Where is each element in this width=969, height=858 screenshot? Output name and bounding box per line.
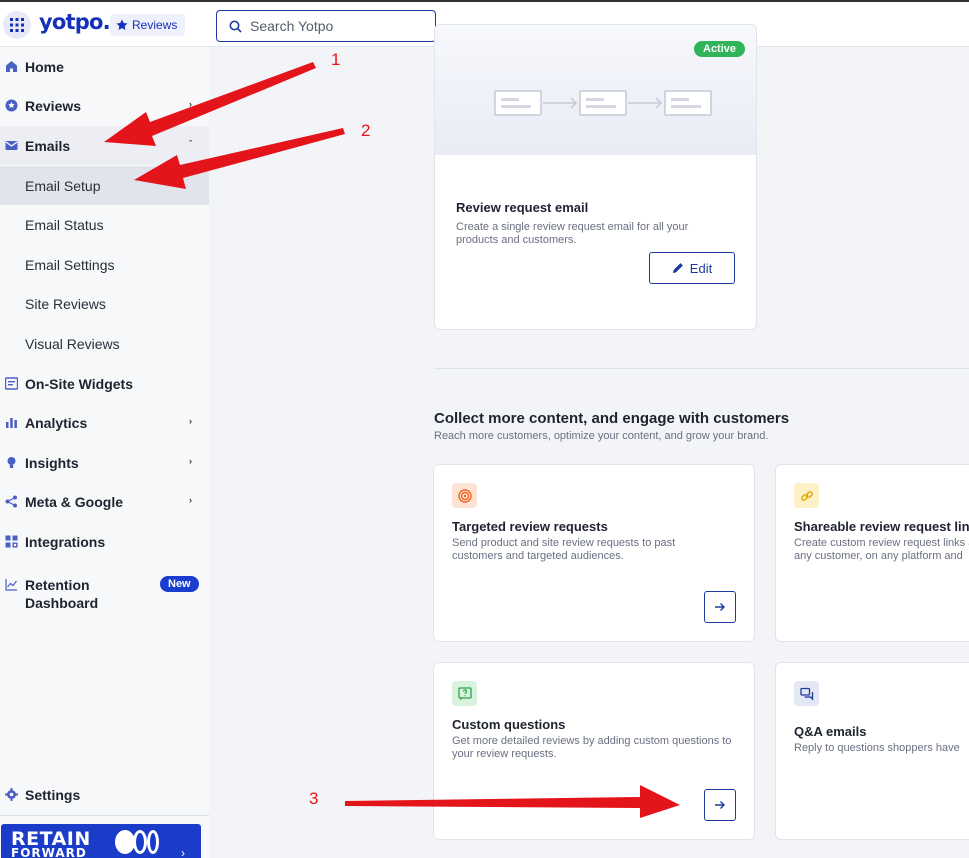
arrow-right-icon	[715, 603, 725, 611]
sidebar-item-label: Reviews	[25, 97, 82, 114]
banner-logo-ring-icon	[147, 830, 159, 854]
chevron-right-icon: ›	[189, 416, 192, 426]
lightbulb-icon	[4, 456, 18, 470]
bar-chart-icon	[4, 416, 18, 430]
share-icon	[4, 495, 18, 509]
feature-description: Reply to questions shoppers have	[794, 742, 960, 754]
chevron-right-icon: ›	[189, 99, 192, 109]
app-switcher-grid-icon[interactable]	[3, 11, 31, 39]
sidebar-subitem-email-status[interactable]: Email Status	[0, 205, 209, 244]
apps-icon	[4, 535, 18, 549]
feature-card-qa-emails[interactable]: Q&A emails Reply to questions shoppers h…	[775, 662, 969, 840]
chevron-right-icon: ›	[189, 456, 192, 466]
yotpo-logo[interactable]: yotpo.	[39, 10, 111, 34]
retain-forward-banner[interactable]: RETAIN FORWARD ›	[1, 824, 201, 858]
sidebar-item-reviews[interactable]: Reviews ›	[0, 86, 209, 125]
sidebar-divider	[0, 815, 209, 816]
sidebar-item-insights[interactable]: Insights ›	[0, 443, 209, 482]
product-badge-label: Reviews	[132, 18, 178, 32]
section-title: Collect more content, and engage with cu…	[434, 410, 790, 427]
feature-title: Targeted review requests	[452, 519, 608, 534]
feature-title: Q&A emails	[794, 724, 867, 739]
sidebar-item-label: Integrations	[25, 533, 106, 550]
open-custom-questions-button[interactable]	[704, 789, 736, 821]
sidebar-item-label: Emails	[25, 137, 71, 154]
section-divider	[434, 368, 969, 369]
edit-button[interactable]: Edit	[649, 252, 735, 284]
feature-card-custom-questions[interactable]: Custom questions Get more detailed revie…	[433, 662, 755, 840]
star-icon	[4, 99, 18, 113]
banner-subtitle: FORWARD	[11, 846, 87, 858]
product-badge[interactable]: Reviews	[110, 14, 186, 36]
chevron-right-icon: ›	[181, 846, 185, 858]
status-badge: Active	[694, 41, 746, 57]
annotation-label-1: 1	[331, 50, 341, 69]
sidebar-item-label: Meta & Google	[25, 493, 124, 510]
sidebar-subitem-visual-reviews[interactable]: Visual Reviews	[0, 324, 209, 363]
search-input[interactable]	[250, 18, 420, 34]
widget-icon	[4, 377, 18, 391]
trend-icon	[4, 577, 18, 591]
sidebar-item-label: Home	[25, 58, 64, 75]
annotation-label-3: 3	[309, 789, 319, 808]
new-badge: New	[160, 576, 199, 592]
sidebar-item-label: On-Site Widgets	[25, 375, 133, 392]
section-subtitle: Reach more customers, optimize your cont…	[434, 430, 769, 442]
sidebar-item-label: Insights	[25, 454, 79, 471]
arrow-right-icon	[715, 801, 725, 809]
star-icon	[116, 19, 128, 30]
sidebar-item-integrations[interactable]: Integrations	[0, 522, 209, 561]
sidebar-item-emails[interactable]: Emails ˆ	[0, 126, 209, 165]
feature-card-shareable-links[interactable]: Shareable review request links Create cu…	[775, 464, 969, 642]
feature-description: Send product and site review requests to…	[452, 537, 676, 562]
question-icon	[452, 681, 477, 706]
search-box[interactable]	[216, 10, 436, 42]
annotation-label-2: 2	[361, 121, 371, 140]
chevron-up-icon: ˆ	[189, 139, 192, 149]
pencil-icon	[672, 263, 683, 273]
sidebar: Home Reviews › Emails ˆ Email Setup Emai…	[0, 47, 209, 858]
link-icon	[794, 483, 819, 508]
feature-title: Shareable review request links	[794, 519, 969, 534]
feature-card-targeted-review-requests[interactable]: Targeted review requests Send product an…	[433, 464, 755, 642]
banner-logo-dot-icon	[115, 830, 135, 854]
sidebar-item-label: Analytics	[25, 414, 88, 431]
card-description: Create a single review request email for…	[456, 221, 689, 246]
feature-title: Custom questions	[452, 717, 566, 732]
sidebar-item-meta-google[interactable]: Meta & Google ›	[0, 482, 209, 521]
chevron-right-icon: ›	[189, 495, 192, 505]
mail-icon	[4, 139, 18, 153]
chat-icon	[794, 681, 819, 706]
feature-description: Get more detailed reviews by adding cust…	[452, 735, 732, 760]
card-title: Review request email	[456, 200, 589, 215]
target-icon	[452, 483, 477, 508]
open-targeted-review-requests-button[interactable]	[704, 591, 736, 623]
sidebar-item-home[interactable]: Home	[0, 47, 209, 86]
sidebar-subitem-site-reviews[interactable]: Site Reviews	[0, 284, 209, 323]
banner-logo-ring-icon	[133, 830, 147, 854]
feature-description: Create custom review request links and s…	[794, 537, 969, 562]
home-icon	[4, 60, 18, 74]
edit-button-label: Edit	[689, 260, 713, 276]
sidebar-item-on-site-widgets[interactable]: On-Site Widgets	[0, 364, 209, 403]
sidebar-subitem-email-settings[interactable]: Email Settings	[0, 245, 209, 284]
gear-icon	[4, 788, 18, 802]
sidebar-subitem-email-setup[interactable]: Email Setup	[0, 166, 209, 205]
review-request-card: Review request email Create a single rev…	[434, 24, 757, 330]
search-icon	[229, 20, 242, 33]
sidebar-item-retention-dashboard[interactable]: Retention Dashboard New	[0, 568, 209, 616]
sidebar-item-label: Retention Dashboard	[25, 577, 99, 611]
sidebar-item-analytics[interactable]: Analytics ›	[0, 403, 209, 442]
sidebar-item-label: Settings	[25, 786, 81, 803]
sidebar-item-settings[interactable]: Settings	[0, 775, 209, 814]
